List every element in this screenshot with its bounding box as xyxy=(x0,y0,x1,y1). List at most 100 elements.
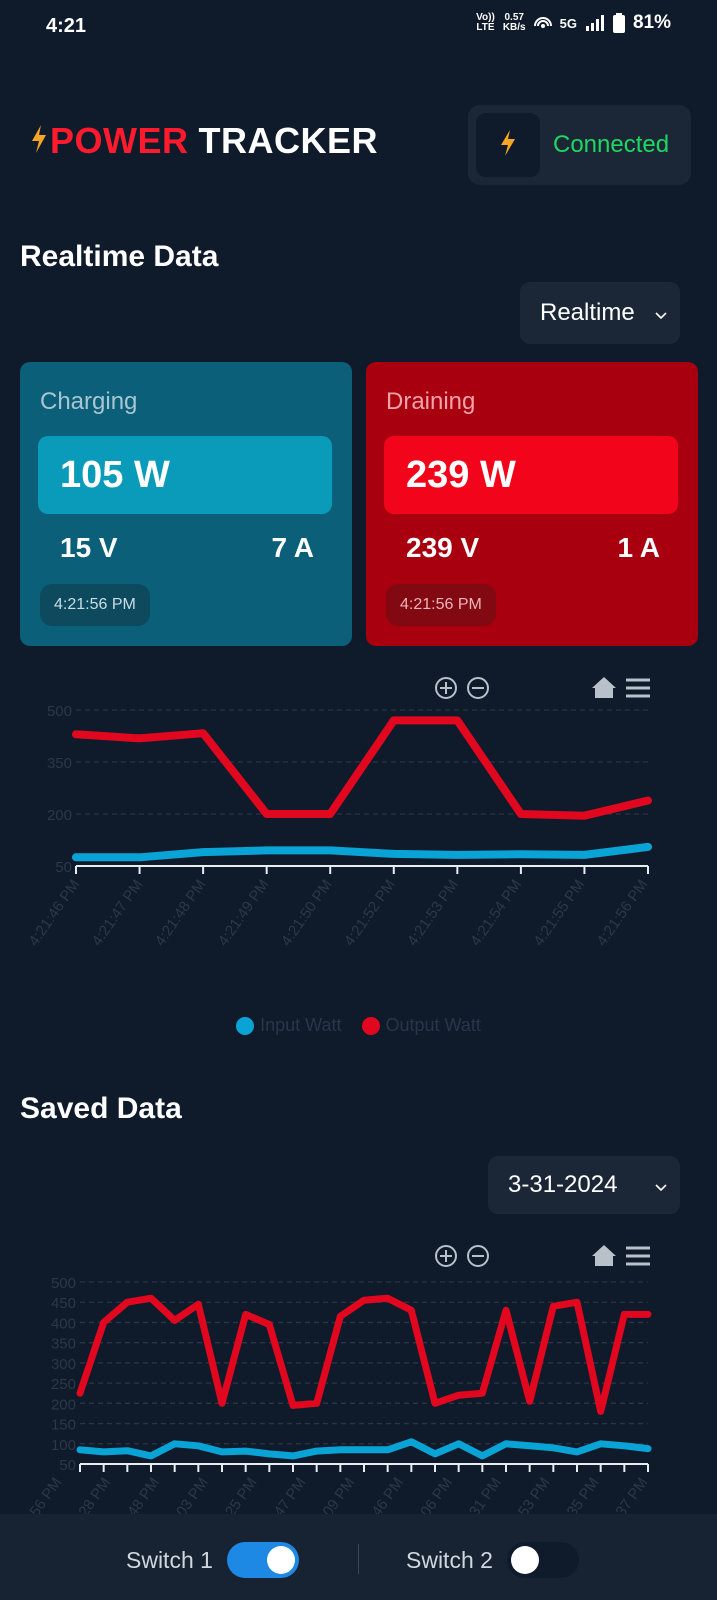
draining-volts: 239 V xyxy=(406,532,480,563)
switch-2-group: Switch 2 xyxy=(406,1542,579,1578)
network-speed: 0.57 KB/s xyxy=(503,13,526,33)
y-tick-label: 200 xyxy=(51,1396,76,1413)
status-bar: 4:21 Vo)) LTE 0.57 KB/s 5G 81% xyxy=(0,0,717,56)
x-tick-label: 46 PM xyxy=(368,1475,407,1514)
x-tick-label: 31 PM xyxy=(466,1475,505,1514)
legend-input[interactable]: Input Watt xyxy=(236,1015,342,1036)
x-tick-label: 37 PM xyxy=(612,1475,651,1514)
switch-1-group: Switch 1 xyxy=(126,1542,299,1578)
menu-icon[interactable] xyxy=(626,1246,650,1266)
x-tick-label: 4:21:49 PM xyxy=(215,877,273,950)
draining-amps: 1 A xyxy=(617,532,660,563)
volte-bottom: LTE xyxy=(476,22,495,33)
switch-1-toggle[interactable] xyxy=(226,1542,299,1578)
y-tick-label: 350 xyxy=(51,1336,76,1353)
menu-bar-0 xyxy=(626,678,650,682)
draining-watts-box: 239 W xyxy=(384,436,678,514)
chart-legend: Input Watt Output Watt xyxy=(0,1015,717,1036)
x-tick-label: 48 PM xyxy=(124,1475,163,1514)
x-tick-label: 06 PM xyxy=(417,1475,456,1514)
saved-title: Saved Data xyxy=(20,1092,182,1125)
y-tick-label: 200 xyxy=(47,807,72,824)
x-tick-label: 35 PM xyxy=(564,1475,603,1514)
zoom-out-icon[interactable] xyxy=(467,677,489,699)
x-tick-label: 4:21:46 PM xyxy=(25,877,83,950)
x-tick-label: 4:21:53 PM xyxy=(404,877,462,950)
menu-bar-1 xyxy=(626,686,650,690)
home-shape xyxy=(592,677,616,698)
switch-1-knob xyxy=(266,1546,295,1574)
charging-timestamp: 4:21:56 PM xyxy=(40,584,150,626)
legend-input-dot xyxy=(236,1016,255,1035)
volte-indicator: Vo)) LTE xyxy=(476,13,495,33)
draining-card: Draining 239 W 239 V 1 A 4:21:56 PM xyxy=(366,362,698,646)
speed-unit: KB/s xyxy=(502,22,526,33)
input-watt-line xyxy=(72,842,652,862)
zoom-out-icon[interactable] xyxy=(467,1245,489,1267)
zoom-in-icon[interactable] xyxy=(435,677,457,699)
home-icon[interactable] xyxy=(592,677,616,698)
zoom-in-icon[interactable] xyxy=(435,1245,457,1267)
saved-date-value: 3-31-2024 xyxy=(508,1171,618,1198)
y-tick-label: 250 xyxy=(51,1376,76,1393)
y-tick-label: 500 xyxy=(47,703,72,720)
home-icon[interactable] xyxy=(592,1245,616,1266)
charging-amps: 7 A xyxy=(271,532,314,563)
menu-icon[interactable] xyxy=(626,678,650,698)
switch-2-toggle[interactable] xyxy=(506,1542,579,1578)
y-tick-label: 50 xyxy=(59,1457,76,1474)
app-header: POWER TRACKER xyxy=(30,120,378,162)
y-tick-label: 500 xyxy=(51,1275,76,1292)
app-logo: POWER TRACKER xyxy=(50,120,378,162)
y-tick-label: 400 xyxy=(51,1315,76,1332)
x-tick-label: 4:21:55 PM xyxy=(530,877,588,950)
realtime-chart: 50 200 350 500 4:21:46 PM 4:21:47 PM 4:21:48 P… xyxy=(0,670,717,970)
x-tick-label: 56 PM xyxy=(26,1475,65,1514)
charging-watts: 105 W xyxy=(60,453,170,496)
battery-percent: 81% xyxy=(632,12,671,33)
realtime-mode-select[interactable]: Realtime xyxy=(520,282,680,344)
realtime-title: Realtime Data xyxy=(20,240,219,273)
draining-title: Draining xyxy=(386,388,476,415)
signal-icon xyxy=(585,14,605,32)
charging-card: Charging 105 W 15 V 7 A 4:21:56 PM xyxy=(20,362,352,646)
x-tick-label: 28 PM xyxy=(75,1475,114,1514)
x-tick-label: 53 PM xyxy=(515,1475,554,1514)
y-tick-label: 50 xyxy=(55,859,72,876)
x-tick-label: 4:21:52 PM xyxy=(341,877,399,950)
hotspot-icon xyxy=(533,14,552,32)
legend-output[interactable]: Output Watt xyxy=(361,1015,481,1036)
x-tick-label: 4:21:48 PM xyxy=(152,877,210,950)
realtime-chart-svg: 50 200 350 500 4:21:46 PM 4:21:47 PM 4:21:48 P… xyxy=(25,677,652,950)
legend-output-dot xyxy=(361,1016,380,1035)
saved-date-select[interactable]: 3-31-2024 xyxy=(488,1156,680,1214)
logo-power: POWER xyxy=(50,120,189,161)
y-tick-label: 100 xyxy=(51,1437,76,1454)
switch-1-label: Switch 1 xyxy=(126,1546,213,1573)
connection-status-label: Connected xyxy=(553,131,670,158)
charging-volts: 15 V xyxy=(60,532,118,563)
menu-bar-2 xyxy=(626,1262,650,1266)
connection-status-button[interactable]: Connected xyxy=(468,105,691,185)
menu-bar-2 xyxy=(626,694,650,698)
y-tick-label: 450 xyxy=(51,1295,76,1312)
bolt-icon xyxy=(499,129,517,162)
status-time: 4:21 xyxy=(46,15,87,37)
y-tick-label: 350 xyxy=(47,755,72,772)
x-tick-label: 4:21:56 PM xyxy=(593,877,651,950)
connection-bolt-box xyxy=(476,113,540,177)
legend-input-label: Input Watt xyxy=(260,1015,342,1035)
switch-2-label: Switch 2 xyxy=(406,1546,493,1573)
realtime-mode-value: Realtime xyxy=(540,299,635,326)
logo-tracker: TRACKER xyxy=(198,120,379,161)
x-tick-label: 4:21:47 PM xyxy=(88,877,146,950)
saved-chart: 50 100 150 200 250 300 350 400 450 500 56 PM 28 PM 4… xyxy=(0,1238,717,1520)
draining-timestamp: 4:21:56 PM xyxy=(386,584,496,626)
status-icons: Vo)) LTE 0.57 KB/s 5G 81% xyxy=(476,12,671,34)
network-type: 5G xyxy=(559,15,577,31)
charging-watts-box: 105 W xyxy=(38,436,332,514)
home-shape xyxy=(592,1245,616,1266)
output-watt-line xyxy=(72,716,652,820)
legend-output-label: Output Watt xyxy=(385,1015,481,1035)
draining-watts: 239 W xyxy=(406,453,516,496)
